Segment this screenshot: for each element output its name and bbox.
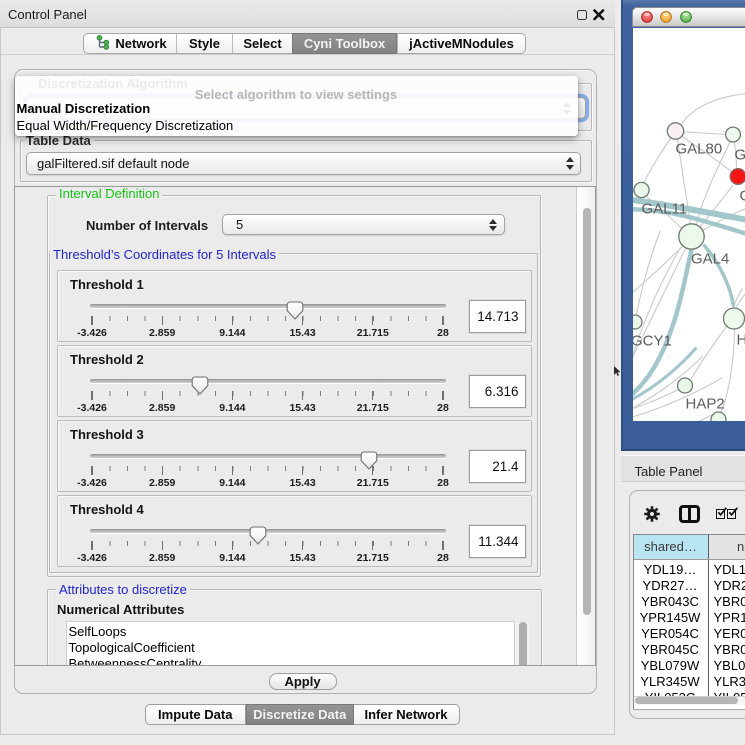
- svg-text:GAL80: GAL80: [675, 140, 722, 157]
- svg-text:GAL4: GAL4: [691, 250, 729, 267]
- svg-text:GCY1: GCY1: [633, 332, 672, 349]
- svg-text:H: H: [736, 331, 745, 348]
- svg-text:HAP2: HAP2: [685, 395, 724, 412]
- svg-text:G: G: [734, 146, 745, 163]
- svg-text:G: G: [739, 187, 745, 204]
- svg-text:GAL11: GAL11: [641, 200, 687, 217]
